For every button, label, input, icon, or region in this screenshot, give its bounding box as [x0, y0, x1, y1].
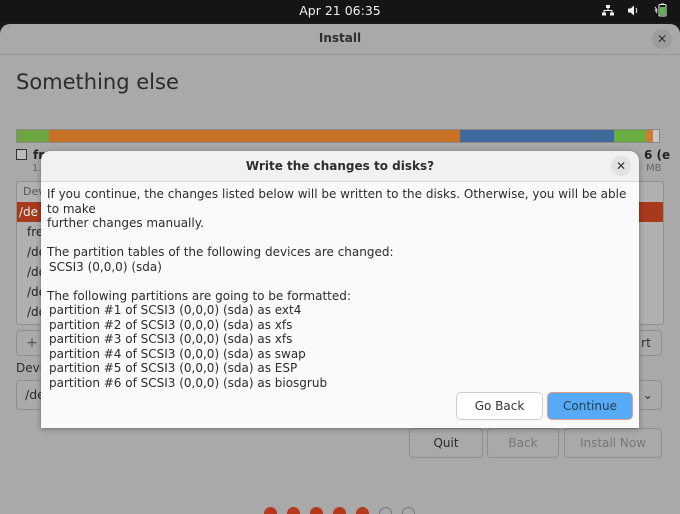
back-button[interactable]: Back	[487, 428, 559, 458]
dialog-close-button[interactable]: ✕	[611, 156, 631, 176]
chevron-down-icon: ⌄	[642, 387, 653, 402]
dialog-title: Write the changes to disks?	[245, 159, 435, 173]
installer-progress-dots	[264, 507, 415, 514]
install-now-button[interactable]: Install Now	[564, 428, 662, 458]
partition-legend-first: fr	[16, 148, 44, 162]
progress-dot-pending	[402, 507, 415, 514]
top-bar: Apr 21 06:35	[0, 0, 680, 22]
format-heading: The following partitions are going to be…	[47, 288, 351, 303]
partition-bar-segment	[49, 130, 460, 142]
progress-dot-pending	[379, 507, 392, 514]
partition-bar-segment	[652, 130, 659, 142]
write-changes-dialog: Write the changes to disks? ✕ If you con…	[41, 151, 639, 428]
progress-dot-complete	[333, 507, 346, 514]
format-item: partition #1 of SCSI3 (0,0,0) (sda) as e…	[49, 303, 302, 317]
intro-text-line-2: further changes manually.	[47, 216, 204, 230]
changed-device: SCSI3 (0,0,0) (sda)	[49, 259, 162, 274]
partition-legend-last: 6 (e	[644, 148, 671, 162]
network-icon[interactable]	[602, 4, 614, 16]
progress-dot-complete	[310, 507, 323, 514]
format-item: partition #5 of SCSI3 (0,0,0) (sda) as E…	[49, 361, 298, 375]
close-icon: ✕	[656, 32, 668, 46]
dialog-titlebar: Write the changes to disks? ✕	[41, 151, 639, 182]
quit-button[interactable]: Quit	[409, 428, 483, 458]
partition-usage-bar	[16, 129, 660, 143]
format-item: partition #3 of SCSI3 (0,0,0) (sda) as x…	[49, 332, 293, 346]
close-icon: ✕	[615, 159, 627, 173]
format-item: partition #2 of SCSI3 (0,0,0) (sda) as x…	[49, 317, 293, 332]
partition-bar-segment	[614, 130, 647, 142]
clock[interactable]: Apr 21 06:35	[0, 3, 680, 18]
dialog-message: If you continue, the changes listed belo…	[47, 187, 637, 390]
format-item: partition #6 of SCSI3 (0,0,0) (sda) as b…	[49, 375, 328, 390]
progress-dot-complete	[287, 507, 300, 514]
intro-text-line-1: If you continue, the changes listed belo…	[47, 187, 627, 216]
partition-bar-segment	[459, 130, 615, 142]
legend-last-size: MB	[646, 163, 662, 174]
window-titlebar: Install ✕	[0, 24, 680, 55]
partition-bar-segment	[17, 130, 50, 142]
page-heading: Something else	[16, 70, 179, 94]
partition-tables-heading: The partition tables of the following de…	[47, 245, 394, 259]
battery-icon[interactable]	[654, 3, 668, 17]
progress-dot-complete	[356, 507, 369, 514]
continue-button[interactable]: Continue	[547, 392, 633, 420]
format-item: partition #4 of SCSI3 (0,0,0) (sda) as s…	[49, 346, 306, 361]
window-title: Install	[318, 31, 362, 45]
progress-dot-complete	[264, 507, 277, 514]
system-tray[interactable]	[602, 3, 668, 17]
window-close-button[interactable]: ✕	[652, 29, 672, 49]
legend-swatch	[16, 149, 27, 160]
volume-icon[interactable]	[628, 5, 640, 16]
bootloader-device-label: Devi	[16, 361, 44, 375]
go-back-button[interactable]: Go Back	[456, 392, 543, 420]
